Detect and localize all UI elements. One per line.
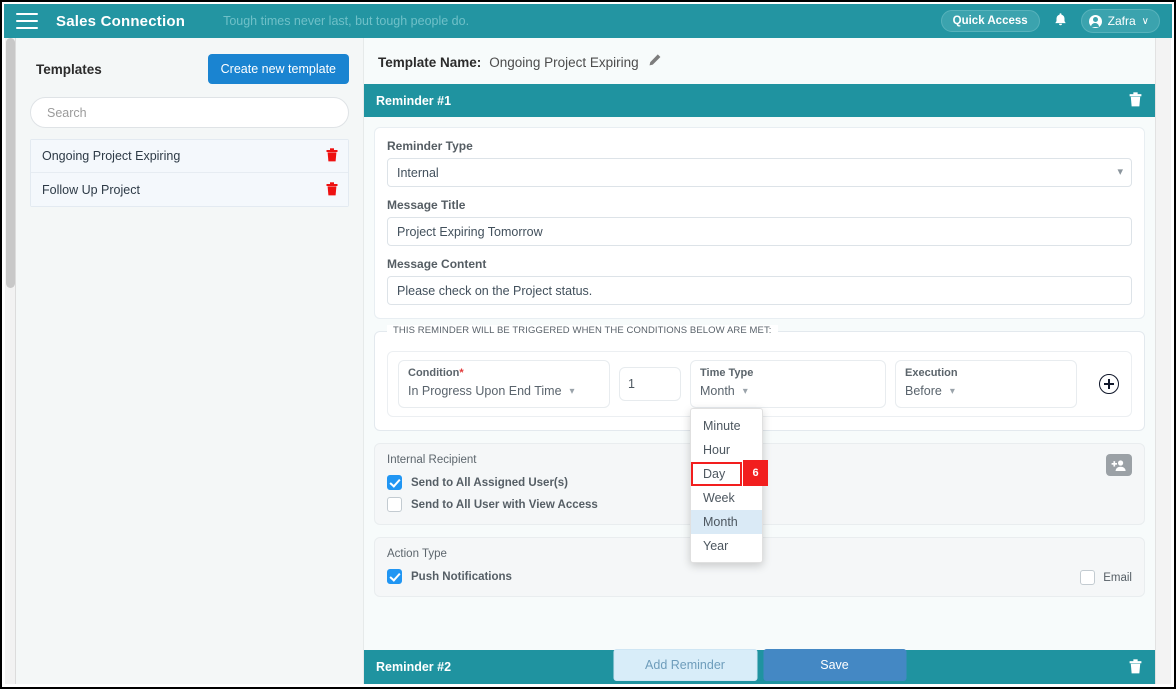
reminder-type-select-wrap: ▾ bbox=[387, 158, 1132, 187]
edit-pencil-icon[interactable] bbox=[647, 53, 662, 71]
template-list: Ongoing Project Expiring Follow Up Proje… bbox=[30, 139, 349, 207]
chevron-down-icon: ▾ bbox=[742, 385, 748, 397]
user-name-label: Zafra bbox=[1107, 14, 1136, 28]
time-type-select[interactable]: Month ▾ bbox=[700, 384, 748, 398]
condition-value: In Progress Upon End Time bbox=[408, 384, 562, 398]
trash-icon[interactable] bbox=[326, 181, 338, 198]
template-item-label: Ongoing Project Expiring bbox=[42, 149, 181, 163]
sidebar-title: Templates bbox=[36, 61, 102, 77]
dropdown-option-month[interactable]: Month bbox=[691, 510, 762, 534]
chevron-down-icon: ▾ bbox=[569, 385, 575, 397]
required-asterisk: * bbox=[459, 367, 464, 379]
message-content-input[interactable] bbox=[387, 276, 1132, 305]
checkbox-label: Send to All User with View Access bbox=[411, 498, 598, 511]
checkbox-label: Send to All Assigned User(s) bbox=[411, 476, 568, 489]
page-body: Templates Create new template Ongoing Pr… bbox=[16, 38, 1155, 684]
list-item[interactable]: Ongoing Project Expiring bbox=[31, 140, 348, 173]
reminder-type-select[interactable] bbox=[387, 158, 1132, 187]
conditions-legend: THIS REMINDER WILL BE TRIGGERED WHEN THE… bbox=[387, 325, 778, 336]
conditions-fieldset: THIS REMINDER WILL BE TRIGGERED WHEN THE… bbox=[374, 325, 1145, 563]
checkbox-row[interactable]: Push Notifications bbox=[387, 569, 1132, 584]
condition-field: Condition* In Progress Upon End Time ▾ bbox=[398, 360, 610, 408]
time-type-field: Time Type Month ▾ Minute Hour Day 6 Week… bbox=[690, 360, 886, 563]
reminder-1-header: Reminder #1 bbox=[364, 84, 1155, 117]
app-window: Sales Connection Tough times never last,… bbox=[0, 0, 1176, 689]
condition-select[interactable]: In Progress Upon End Time ▾ bbox=[408, 384, 575, 398]
dropdown-option-minute[interactable]: Minute bbox=[691, 414, 762, 438]
checkbox-push-notifications[interactable] bbox=[387, 569, 402, 584]
trash-icon[interactable] bbox=[1129, 92, 1142, 109]
search-input[interactable] bbox=[30, 97, 349, 128]
reminder-2-title: Reminder #2 bbox=[376, 660, 452, 674]
page-scrollbar-right[interactable] bbox=[1155, 38, 1171, 684]
dropdown-option-day-wrap: Day 6 bbox=[691, 460, 768, 486]
checkbox-label: Email bbox=[1103, 571, 1132, 584]
add-reminder-button[interactable]: Add Reminder bbox=[613, 649, 757, 681]
time-type-value: Month bbox=[700, 384, 735, 398]
add-user-icon[interactable] bbox=[1106, 454, 1132, 476]
chevron-down-icon: ▾ bbox=[949, 385, 955, 397]
message-content-label: Message Content bbox=[387, 257, 487, 271]
notification-bell-icon[interactable] bbox=[1053, 12, 1068, 31]
top-bar-actions: Quick Access Zafra ∨ bbox=[940, 9, 1160, 33]
save-button[interactable]: Save bbox=[763, 649, 906, 681]
form-action-buttons: Add Reminder Save bbox=[613, 649, 906, 681]
amount-input[interactable] bbox=[619, 367, 681, 401]
main-content: Template Name: Ongoing Project Expiring … bbox=[364, 38, 1155, 684]
template-name-row: Template Name: Ongoing Project Expiring bbox=[364, 38, 1155, 84]
condition-row: Condition* In Progress Upon End Time ▾ T… bbox=[387, 351, 1132, 563]
avatar bbox=[1088, 14, 1102, 28]
time-type-dropdown-menu[interactable]: Minute Hour Day 6 Week Month Year bbox=[690, 408, 768, 563]
execution-value: Before bbox=[905, 384, 942, 398]
dropdown-option-year[interactable]: Year bbox=[691, 534, 762, 558]
checkbox-send-all-assigned[interactable] bbox=[387, 475, 402, 490]
dropdown-option-week[interactable]: Week bbox=[691, 486, 762, 510]
message-title-input[interactable] bbox=[387, 217, 1132, 246]
sidebar-header: Templates Create new template bbox=[30, 54, 349, 84]
message-title-label: Message Title bbox=[387, 198, 466, 212]
top-navigation-bar: Sales Connection Tough times never last,… bbox=[4, 4, 1172, 38]
reminder-fields-card: Reminder Type ▾ Message Title Message Co… bbox=[374, 127, 1145, 319]
reminder-1-title: Reminder #1 bbox=[376, 93, 452, 108]
trash-icon[interactable] bbox=[326, 148, 338, 164]
checkbox-label: Push Notifications bbox=[411, 570, 512, 583]
add-condition-icon[interactable] bbox=[1099, 374, 1119, 394]
user-menu-button[interactable]: Zafra ∨ bbox=[1080, 9, 1160, 33]
chevron-down-icon: ∨ bbox=[1141, 15, 1149, 27]
checkbox-email[interactable] bbox=[1080, 570, 1096, 585]
execution-label: Execution bbox=[905, 367, 958, 379]
step-badge: 6 bbox=[743, 460, 768, 486]
dropdown-option-day[interactable]: Day bbox=[691, 462, 742, 486]
create-new-template-button[interactable]: Create new template bbox=[207, 54, 349, 84]
template-name-value: Ongoing Project Expiring bbox=[489, 54, 639, 70]
email-checkbox-row[interactable]: Email bbox=[1080, 570, 1132, 585]
list-item[interactable]: Follow Up Project bbox=[31, 173, 348, 206]
scrollbar-thumb[interactable] bbox=[6, 38, 15, 288]
time-type-label: Time Type bbox=[700, 367, 754, 379]
template-item-label: Follow Up Project bbox=[42, 182, 140, 197]
execution-select[interactable]: Before ▾ bbox=[905, 384, 955, 398]
quick-access-button[interactable]: Quick Access bbox=[940, 10, 1040, 32]
dropdown-option-hour[interactable]: Hour bbox=[691, 438, 762, 462]
app-brand-title: Sales Connection bbox=[56, 12, 186, 30]
templates-sidebar: Templates Create new template Ongoing Pr… bbox=[16, 38, 364, 684]
condition-label: Condition* bbox=[408, 367, 600, 379]
execution-field: Execution Before ▾ bbox=[895, 360, 1077, 408]
template-name-label: Template Name: bbox=[378, 54, 482, 70]
header-tagline: Tough times never last, but tough people… bbox=[223, 14, 470, 28]
trash-icon[interactable] bbox=[1129, 658, 1142, 676]
page-scrollbar-left[interactable] bbox=[5, 38, 16, 684]
hamburger-menu-icon[interactable] bbox=[16, 13, 38, 29]
condition-label-text: Condition bbox=[408, 367, 460, 379]
checkbox-send-all-view-access[interactable] bbox=[387, 497, 402, 512]
reminder-type-label: Reminder Type bbox=[387, 139, 473, 153]
